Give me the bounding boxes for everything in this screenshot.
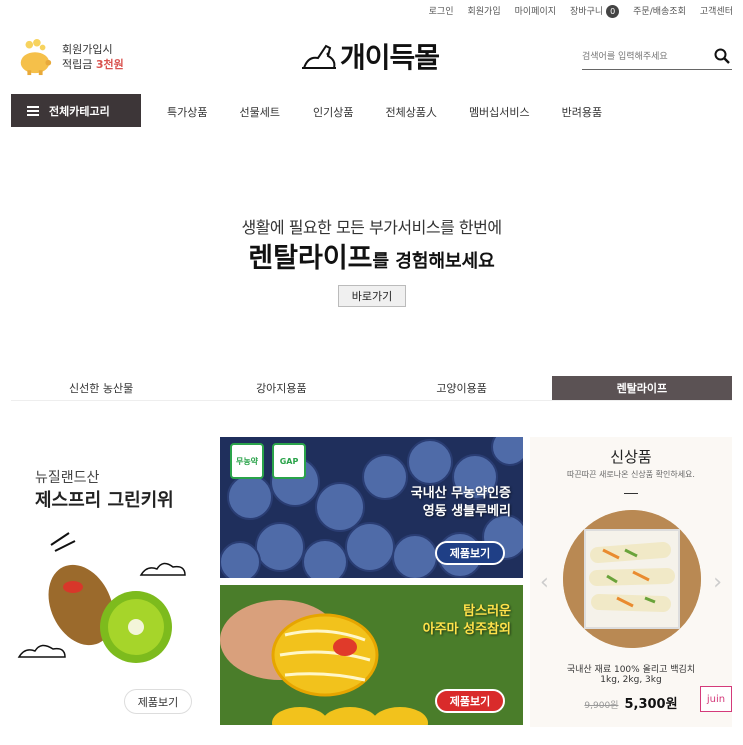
hero-subtitle: 생활에 필요한 모든 부가서비스를 한번에	[241, 218, 502, 237]
next-arrow-icon[interactable]: ›	[713, 570, 722, 595]
cart-label: 장바구니	[570, 7, 604, 17]
category-tabs: 신선한 농산물 강아지용품 고양이용품 렌탈라이프	[11, 376, 732, 401]
hero-title-rest: 를 경험해보세요	[372, 251, 495, 272]
nav-item-gift[interactable]: 선물세트	[239, 104, 279, 120]
menu-icon	[27, 105, 39, 116]
hero-title-big: 렌탈라이프	[248, 243, 373, 274]
blueberry-view-button[interactable]: 제품보기	[435, 541, 505, 565]
melon-line2: 아주마 성주참외	[422, 622, 511, 637]
orders-link[interactable]: 주문/배송조회	[633, 4, 686, 18]
new-product-options: 1kg, 2kg, 3kg	[600, 675, 662, 685]
melon-text: 탐스러운 아주마 성주참외	[423, 603, 511, 639]
support-link[interactable]: 고객센터	[700, 4, 733, 18]
promo-line2: 적립금	[62, 58, 96, 71]
site-logo[interactable]: 개이득몰	[300, 36, 440, 76]
melon-view-button[interactable]: 제품보기	[435, 689, 505, 713]
kimchi-product-image[interactable]	[563, 510, 701, 648]
search-input[interactable]	[582, 45, 702, 69]
piggy-bank-icon	[20, 38, 52, 76]
login-link[interactable]: 로그인	[429, 4, 454, 18]
blueberry-line1: 국내산 무농약인증	[410, 486, 511, 501]
juin-widget-button[interactable]: juin	[700, 686, 732, 712]
nav-item-all-products[interactable]: 전체상품人	[385, 104, 436, 120]
blueberry-text: 국내산 무농약인증 영동 생블루베리	[411, 485, 511, 521]
divider	[624, 493, 638, 494]
prev-arrow-icon[interactable]: ‹	[540, 570, 549, 595]
tab-cat-supplies[interactable]: 고양이용품	[371, 376, 552, 400]
category-label: 전체카테고리	[49, 104, 110, 118]
kimchi-image	[563, 510, 701, 648]
melon-product-card[interactable]: 탐스러운 아주마 성주참외 제품보기	[220, 585, 523, 725]
nav-item-special[interactable]: 특가상품	[167, 104, 207, 120]
join-link[interactable]: 회원가입	[468, 4, 501, 18]
blueberry-product-card[interactable]: 무농약 GAP 국내산 무농약인증 영동 생블루베리 제품보기	[220, 437, 523, 578]
original-price: 9,900원	[584, 701, 619, 711]
kiwi-image	[17, 532, 186, 663]
nav-item-popular[interactable]: 인기상품	[313, 104, 353, 120]
dog-logo-icon	[302, 44, 336, 69]
cart-link[interactable]: 장바구니 0	[570, 4, 620, 18]
melon-line1: 탐스러운	[463, 604, 511, 619]
search-box	[582, 44, 732, 70]
promo-text: 회원가입시 적립금 3천원	[62, 42, 124, 72]
mypage-link[interactable]: 마이페이지	[515, 4, 556, 18]
kiwi-view-button[interactable]: 제품보기	[124, 689, 192, 714]
blueberry-line2: 영동 생블루베리	[422, 504, 511, 519]
promo-line1: 회원가입시	[62, 43, 113, 56]
cart-count-badge: 0	[606, 5, 620, 18]
tab-dog-supplies[interactable]: 강아지용품	[191, 376, 372, 400]
utility-links: 로그인 회원가입 마이페이지 장바구니 0 주문/배송조회 고객센터	[429, 4, 733, 18]
hero-title: 렌탈라이프를 경험해보세요	[0, 236, 743, 275]
signup-promo[interactable]: 회원가입시 적립금 3천원	[16, 38, 124, 76]
tab-rental-life[interactable]: 렌탈라이프	[551, 376, 732, 400]
all-categories-button[interactable]: 전체카테고리	[11, 94, 141, 127]
tab-produce[interactable]: 신선한 농산물	[11, 376, 192, 400]
utility-bar: 로그인 회원가입 마이페이지 장바구니 0 주문/배송조회 고객센터	[0, 0, 743, 22]
promo-amount: 3천원	[95, 58, 124, 71]
logo-text: 개이득몰	[340, 41, 440, 74]
main-nav: 특가상품 선물세트 인기상품 전체상품人 멤버십서비스 반려용품	[150, 104, 602, 120]
search-icon[interactable]	[714, 48, 730, 64]
new-products-title: 신상품	[610, 448, 652, 466]
hero-go-button[interactable]: 바로가기	[338, 285, 406, 307]
organic-badge: 무농약	[230, 443, 264, 479]
nav-item-pet[interactable]: 반려용품	[562, 104, 602, 120]
kiwi-product-card[interactable]: 뉴질랜드산 제스프리 그린키위 제품보기	[11, 437, 214, 727]
gap-badge: GAP	[272, 443, 306, 479]
nav-item-membership[interactable]: 멤버십서비스	[469, 104, 530, 120]
kiwi-origin: 뉴질랜드산	[35, 470, 100, 486]
new-products-subtitle: 따끈따끈 새로나온 신상품 확인하세요.	[567, 470, 695, 479]
new-products-panel: 신상품 따끈따끈 새로나온 신상품 확인하세요. ‹ › 국내산 재료 100%…	[530, 437, 732, 727]
new-product-name[interactable]: 국내산 재료 100% 올리고 백김치	[530, 662, 732, 675]
kiwi-name: 제스프리 그린키위	[35, 490, 174, 511]
sale-price: 5,300원	[624, 697, 678, 712]
